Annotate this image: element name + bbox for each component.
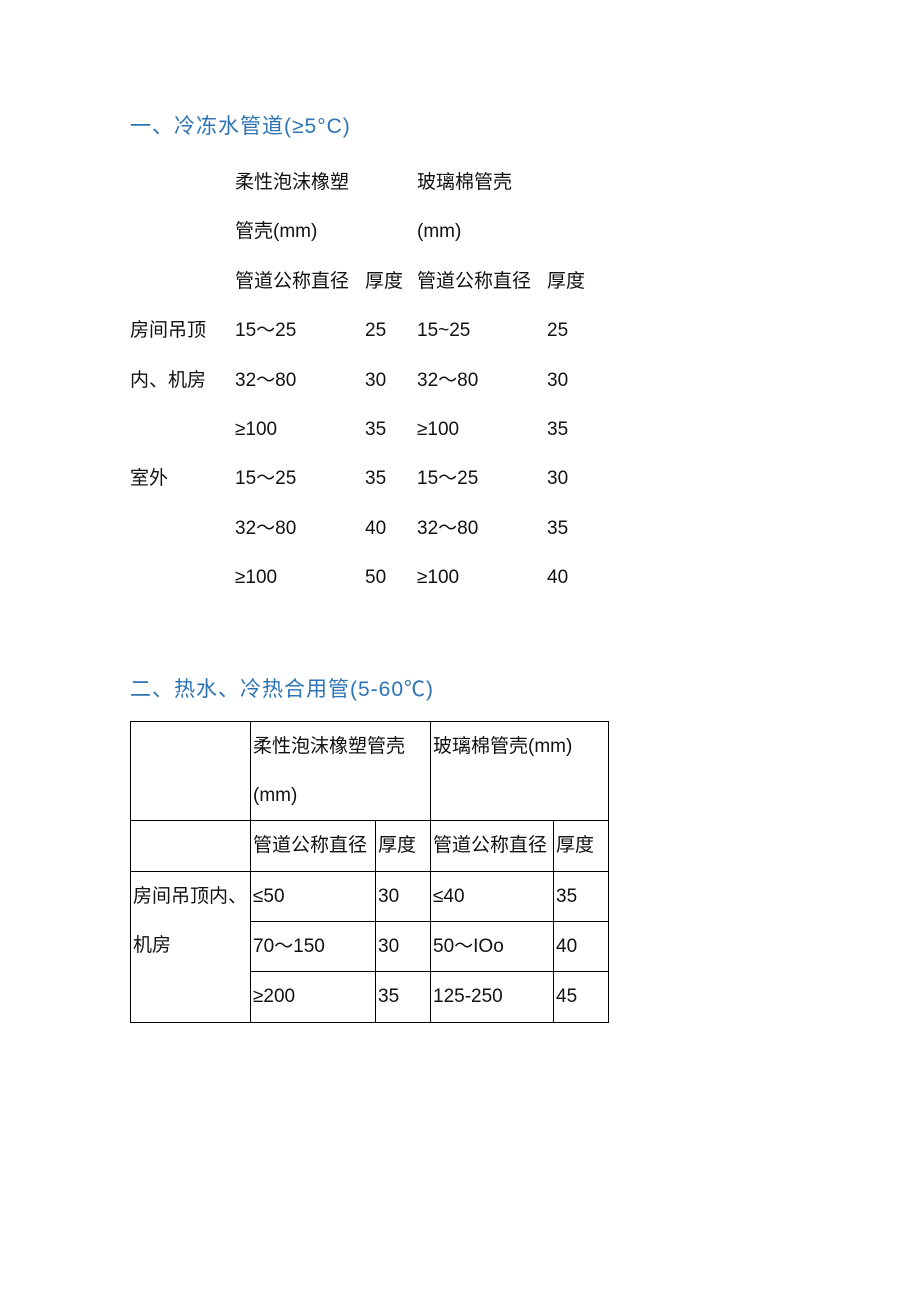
cell: 32～80 [235, 356, 365, 405]
sub-col-diameter: 管道公称直径 [431, 821, 554, 871]
cell: 70～150 [251, 922, 376, 972]
table-row: 室外 15～25 35 15～25 30 [130, 454, 599, 503]
col-group-glass: 玻璃棉管壳(mm) [431, 721, 609, 821]
cell: 30 [547, 454, 599, 503]
section2-title: 二、热水、冷热合用管(5-60℃) [130, 673, 790, 703]
col-group-glass: 玻璃棉管壳(mm) [417, 158, 547, 257]
cell: 30 [376, 922, 431, 972]
cell: 40 [365, 504, 417, 553]
cell: 125-250 [431, 972, 554, 1022]
cell: 40 [547, 553, 599, 602]
col-group-rubber: 柔性泡沫橡塑管壳(mm) [251, 721, 431, 821]
table-row: 管道公称直径 厚度 管道公称直径 厚度 [131, 821, 609, 871]
cell: 35 [547, 405, 599, 454]
cell: 35 [376, 972, 431, 1022]
sub-col-thickness: 厚度 [547, 257, 599, 306]
sub-col-diameter: 管道公称直径 [235, 257, 365, 306]
sub-col-thickness: 厚度 [365, 257, 417, 306]
cell: 35 [554, 871, 609, 921]
cell: ≤40 [431, 871, 554, 921]
cell: 35 [365, 405, 417, 454]
table-row: 柔性泡沫橡塑管壳(mm) 玻璃棉管壳(mm) [130, 158, 599, 257]
table-cold-water: 柔性泡沫橡塑管壳(mm) 玻璃棉管壳(mm) 管道公称直径 厚度 管道公称直径 … [130, 158, 599, 603]
table-row: 柔性泡沫橡塑管壳(mm) 玻璃棉管壳(mm) [131, 721, 609, 821]
cell: 15～25 [235, 306, 365, 355]
sub-col-thickness: 厚度 [376, 821, 431, 871]
cell: ≥100 [417, 405, 547, 454]
cell: 15~25 [417, 306, 547, 355]
cell: 32～80 [417, 356, 547, 405]
sub-col-thickness: 厚度 [554, 821, 609, 871]
cell: 50～IOo [431, 922, 554, 972]
section1-title: 一、冷冻水管道(≥5°C) [130, 110, 790, 140]
sub-col-diameter: 管道公称直径 [251, 821, 376, 871]
cell: 32～80 [235, 504, 365, 553]
cell: 40 [554, 922, 609, 972]
cell: ≤50 [251, 871, 376, 921]
cell: 30 [365, 356, 417, 405]
cell: ≥100 [417, 553, 547, 602]
cell: ≥100 [235, 553, 365, 602]
cell: 35 [365, 454, 417, 503]
location-indoor: 房间吊顶内、机房 [131, 871, 251, 1022]
location-outdoor: 室外 [130, 454, 235, 602]
location-indoor: 房间吊顶内、机房 [130, 306, 235, 454]
table-row: 房间吊顶内、机房 15～25 25 15~25 25 [130, 306, 599, 355]
cell: 15～25 [235, 454, 365, 503]
cell: 50 [365, 553, 417, 602]
cell: 15～25 [417, 454, 547, 503]
cell: 30 [547, 356, 599, 405]
cell: 30 [376, 871, 431, 921]
table-hot-water: 柔性泡沫橡塑管壳(mm) 玻璃棉管壳(mm) 管道公称直径 厚度 管道公称直径 … [130, 721, 609, 1023]
cell: ≥100 [235, 405, 365, 454]
cell: 35 [547, 504, 599, 553]
table-row: 管道公称直径 厚度 管道公称直径 厚度 [130, 257, 599, 306]
cell: 25 [547, 306, 599, 355]
table-row: 房间吊顶内、机房 ≤50 30 ≤40 35 [131, 871, 609, 921]
cell: 25 [365, 306, 417, 355]
cell: 45 [554, 972, 609, 1022]
cell: ≥200 [251, 972, 376, 1022]
sub-col-diameter: 管道公称直径 [417, 257, 547, 306]
cell: 32～80 [417, 504, 547, 553]
col-group-rubber: 柔性泡沫橡塑管壳(mm) [235, 158, 365, 257]
